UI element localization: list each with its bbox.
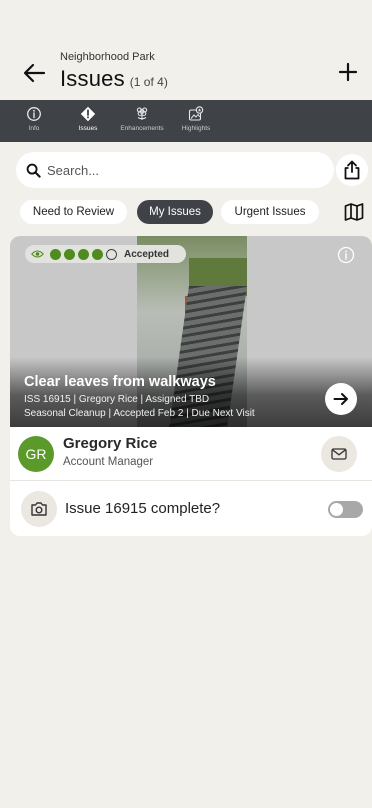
filter-my-issues[interactable]: My Issues xyxy=(137,200,213,224)
page-title-row: Issues (1 of 4) xyxy=(60,66,168,92)
tab-issues[interactable]: Issues xyxy=(66,106,110,138)
status-badge: Accepted xyxy=(25,245,186,263)
filter-urgent-issues[interactable]: Urgent Issues xyxy=(221,200,319,224)
issue-count: (1 of 4) xyxy=(129,75,168,89)
mail-icon xyxy=(331,448,347,460)
map-icon xyxy=(344,203,364,221)
alert-diamond-icon xyxy=(80,106,96,122)
toggle-knob xyxy=(330,503,343,516)
progress-dot xyxy=(50,248,61,260)
park-name: Neighborhood Park xyxy=(60,51,155,63)
progress-dot xyxy=(92,248,103,260)
page-title: Issues xyxy=(60,66,125,91)
map-button[interactable] xyxy=(340,199,368,225)
eye-icon xyxy=(31,250,44,258)
completion-toggle[interactable] xyxy=(328,501,363,518)
issue-meta-line2: Seasonal Cleanup | Accepted Feb 2 | Due … xyxy=(24,408,255,419)
tab-enhancements-label: Enhancements xyxy=(120,125,164,132)
open-issue-button[interactable] xyxy=(325,383,357,415)
header: Neighborhood Park Issues (1 of 4) xyxy=(0,0,372,100)
add-photo-button[interactable] xyxy=(21,491,57,527)
issue-photo[interactable]: Accepted Clear leaves from walkways ISS … xyxy=(10,236,372,427)
tab-highlights-label: Highlights xyxy=(181,125,211,132)
photo-star-icon xyxy=(188,106,204,121)
tab-info-label: Info xyxy=(28,125,40,132)
progress-dot xyxy=(64,248,75,260)
share-icon xyxy=(344,160,360,180)
info-icon[interactable] xyxy=(337,246,355,264)
search-icon xyxy=(26,163,41,178)
contact-role: Account Manager xyxy=(63,456,154,468)
issue-meta-line1: ISS 16915 | Gregory Rice | Assigned TBD xyxy=(24,394,210,405)
add-icon[interactable] xyxy=(336,60,360,84)
tab-info[interactable]: Info xyxy=(12,106,56,138)
issue-title: Clear leaves from walkways xyxy=(24,374,216,390)
completion-label: Issue 16915 complete? xyxy=(65,500,221,517)
avatar: GR xyxy=(18,436,54,472)
share-button[interactable] xyxy=(336,154,368,186)
filter-need-to-review[interactable]: Need to Review xyxy=(20,200,127,224)
search-input[interactable] xyxy=(47,162,307,178)
email-contact-button[interactable] xyxy=(321,436,357,472)
progress-dot xyxy=(106,248,117,260)
section-tabbar: Info Issues Enhancements Highlights xyxy=(0,100,372,142)
tab-highlights[interactable]: Highlights xyxy=(174,106,218,138)
arrow-right-icon xyxy=(333,393,348,405)
search-bar xyxy=(16,152,334,188)
tab-enhancements[interactable]: Enhancements xyxy=(120,106,164,138)
flower-icon xyxy=(136,107,148,120)
issue-card: Accepted Clear leaves from walkways ISS … xyxy=(10,236,372,536)
contact-name: Gregory Rice xyxy=(63,435,158,452)
back-arrow-icon[interactable] xyxy=(22,62,46,84)
contact-row: GR Gregory Rice Account Manager xyxy=(10,427,372,481)
camera-icon xyxy=(31,502,47,516)
status-text: Accepted xyxy=(124,248,170,260)
info-icon xyxy=(27,107,41,121)
progress-dot xyxy=(78,248,89,260)
completion-row: Issue 16915 complete? xyxy=(10,481,372,536)
tab-issues-label: Issues xyxy=(78,125,98,132)
